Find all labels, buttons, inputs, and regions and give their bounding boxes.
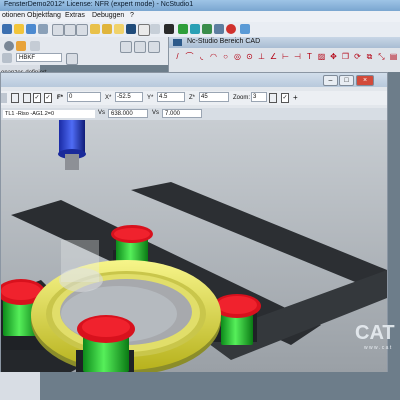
grid-icon[interactable] (2, 53, 12, 63)
record-icon[interactable] (164, 24, 174, 34)
point-icon[interactable]: ⊙ (245, 52, 254, 61)
f-input[interactable]: 0 (67, 92, 101, 102)
view-3d-window: – □ × ✓ ✓ F* 0 X* -52.5 Y* 4.5 Z* 45 Zoo… (0, 72, 388, 372)
step-icon[interactable] (190, 24, 200, 34)
print-icon[interactable] (38, 24, 48, 34)
cut-icon[interactable] (52, 24, 64, 36)
circle-icon[interactable]: ○ (221, 52, 230, 61)
cad-window-icon (173, 39, 182, 46)
y-label: Y* (147, 95, 154, 101)
maximize-button[interactable]: □ (339, 75, 354, 86)
paste-icon[interactable] (76, 24, 88, 36)
y-input[interactable]: 4.5 (157, 92, 185, 102)
zoom-dropdown-icon[interactable] (269, 93, 277, 103)
checkbox-y[interactable]: ✓ (44, 93, 52, 103)
z-input[interactable]: 45 (199, 92, 229, 102)
watermark-subtext: w w w . c a t (364, 345, 392, 351)
mirror-icon[interactable]: ⧉ (365, 52, 374, 61)
polyline-icon[interactable]: ⌒ (185, 52, 194, 61)
view-window-title-bar: – □ × (1, 73, 387, 87)
minimize-button[interactable]: – (323, 75, 338, 86)
arrow-icon[interactable] (4, 41, 14, 51)
cad-window-title: Nc-Studio Bereich CAD (187, 38, 261, 45)
folder-icon[interactable] (90, 24, 100, 34)
view-toolbar: ✓ ✓ F* 0 X* -52.5 Y* 4.5 Z* 45 Zoom: 3 ✓… (1, 91, 387, 105)
main-toolbar (0, 22, 400, 38)
doc-icon[interactable] (138, 24, 150, 36)
tool-icon[interactable] (102, 24, 112, 34)
cad-toolbar: / ⌒ ◟ ◠ ○ ◎ ⊙ ⊥ ∠ ⊢ ⊣ T ▨ ✥ ❐ ⟳ ⧉ ⤡ ▤ (169, 50, 400, 64)
app-title: FensterDemo2012* License: NFR (expert mo… (4, 1, 194, 8)
zoom-label: Zoom: (233, 95, 251, 101)
menu-optionen[interactable]: otionen (2, 12, 25, 19)
name-field[interactable]: HBKF (16, 53, 62, 62)
new-icon[interactable] (2, 24, 12, 34)
v1-label: Vs (98, 110, 106, 116)
menu-objektfang[interactable]: Objektfang (27, 12, 61, 19)
layer-icon[interactable] (16, 41, 26, 51)
x-input[interactable]: -52.5 (115, 92, 143, 102)
v2-value: 7.000 (162, 109, 202, 118)
view-icon[interactable] (30, 41, 40, 51)
layer-cad-icon[interactable]: ▤ (389, 52, 398, 61)
circle-center-icon[interactable]: ◎ (233, 52, 242, 61)
close-button[interactable]: × (356, 75, 374, 86)
line-icon[interactable]: / (173, 52, 182, 61)
angle-icon[interactable]: ∠ (269, 52, 278, 61)
view-status-bar: TL1 -Riso -AG1.2=0 Vs 638.000 Vs 7.000 (1, 108, 387, 120)
copy-icon[interactable] (64, 24, 76, 36)
erase-icon[interactable]: ⊣ (293, 52, 302, 61)
stop-icon[interactable] (226, 24, 236, 34)
box-icon[interactable] (11, 93, 19, 103)
open-icon[interactable] (14, 24, 24, 34)
x-label: X* (105, 95, 112, 101)
handle-icon[interactable] (1, 93, 7, 103)
hatch-icon[interactable]: ▨ (317, 52, 326, 61)
curve-icon[interactable]: ◟ (197, 52, 206, 61)
info-icon[interactable] (240, 24, 250, 34)
rotate-icon[interactable]: ⟳ (353, 52, 362, 61)
pause-icon[interactable] (214, 24, 224, 34)
toolbar-row-1 (0, 39, 168, 53)
run-icon[interactable] (178, 24, 188, 34)
viewport-3d[interactable] (1, 120, 387, 372)
cad-window: Nc-Studio Bereich CAD / ⌒ ◟ ◠ ○ ◎ ⊙ ⊥ ∠ … (168, 37, 400, 72)
play-icon[interactable] (202, 24, 212, 34)
toolbar-row-2: HBKF (0, 52, 168, 65)
dropdown-icon[interactable] (66, 53, 78, 65)
z-label: Z* (189, 95, 195, 101)
move-icon[interactable]: ✥ (329, 52, 338, 61)
trim-icon[interactable]: ⊢ (281, 52, 290, 61)
app-title-bar: FensterDemo2012* License: NFR (expert mo… (0, 0, 400, 11)
menu-debuggen[interactable]: Debuggen (92, 12, 124, 19)
shield-icon[interactable] (126, 24, 136, 34)
menu-extras[interactable]: Extras (65, 12, 85, 19)
copy-cad-icon[interactable]: ❐ (341, 52, 350, 61)
f-label: F* (57, 95, 63, 101)
text-icon[interactable]: T (305, 52, 314, 61)
frame-icon[interactable] (23, 93, 31, 103)
object-toolbar: HBKF (0, 37, 168, 65)
settings-icon[interactable] (150, 24, 160, 34)
checkbox-c[interactable]: ✓ (33, 93, 41, 103)
command-readout: TL1 -Riso -AG1.2=0 (3, 110, 95, 118)
menu-help[interactable]: ? (130, 12, 134, 19)
perpendicular-icon[interactable]: ⊥ (257, 52, 266, 61)
arc-icon[interactable]: ◠ (209, 52, 218, 61)
holder-front (76, 315, 135, 372)
lamp-icon[interactable] (114, 24, 124, 34)
save-icon[interactable] (26, 24, 36, 34)
scale-icon[interactable]: ⤡ (377, 52, 386, 61)
zoom-checkbox[interactable]: ✓ (281, 93, 289, 103)
scene-svg (1, 120, 387, 372)
cad-window-title-bar: Nc-Studio Bereich CAD (169, 37, 400, 48)
v2-label: Vs (152, 110, 160, 116)
plus-button[interactable]: + (293, 93, 301, 103)
v1-value: 638.000 (108, 109, 148, 118)
zoom-input[interactable]: 3 (251, 92, 267, 102)
